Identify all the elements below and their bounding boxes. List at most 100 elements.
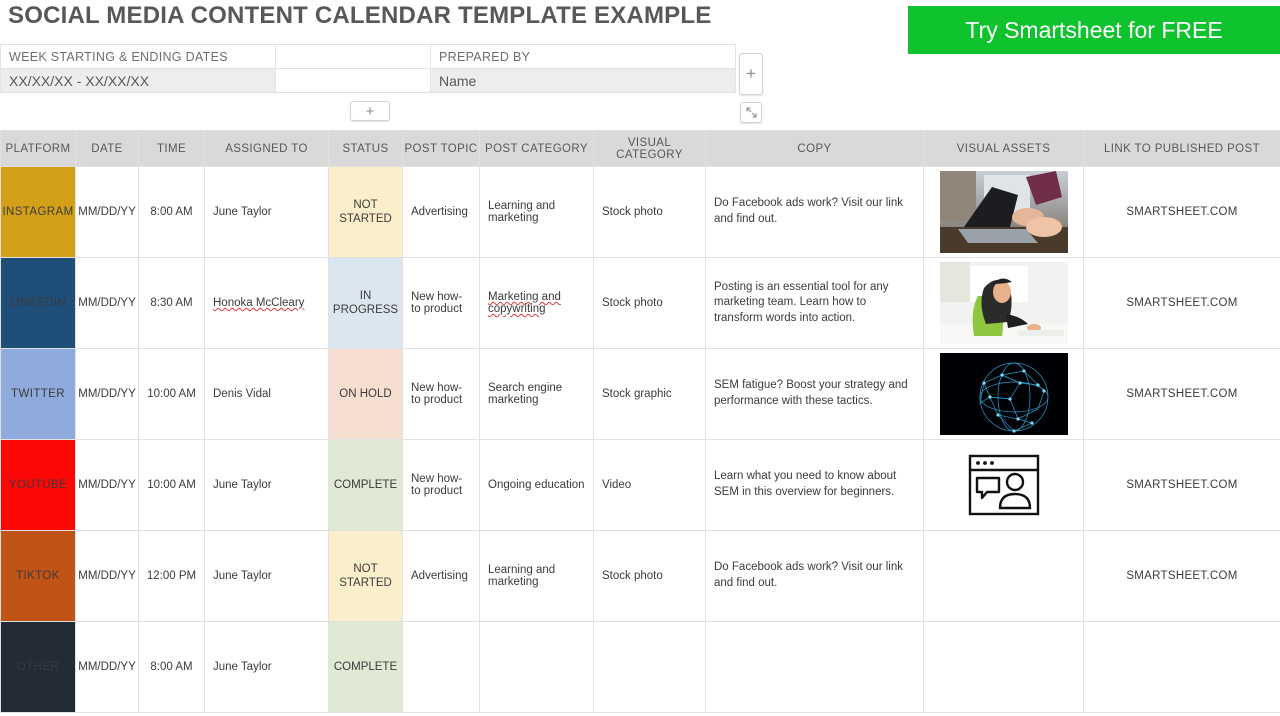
cell-post-topic[interactable]: New how-to product <box>402 439 480 531</box>
cell-date[interactable]: MM/DD/YY <box>75 257 139 349</box>
cell-link[interactable]: SMARTSHEET.COM <box>1083 348 1280 440</box>
cell-status[interactable]: COMPLETE <box>328 621 403 713</box>
cell-platform[interactable]: OTHER <box>0 621 76 713</box>
meta-blank-value-cell[interactable] <box>275 68 431 93</box>
cell-date[interactable]: MM/DD/YY <box>75 530 139 622</box>
cell-visual-category[interactable] <box>593 621 706 713</box>
cell-platform[interactable]: YOUTUBE <box>0 439 76 531</box>
cell-assigned-to[interactable]: Honoka McCleary <box>204 257 329 349</box>
cell-assigned-to[interactable]: June Taylor <box>204 530 329 622</box>
col-copy[interactable]: COPY <box>705 130 924 167</box>
published-post-link[interactable]: SMARTSHEET.COM <box>1126 297 1237 309</box>
col-assigned-to[interactable]: ASSIGNED TO <box>204 130 329 167</box>
prepared-by-label: PREPARED BY <box>430 44 736 69</box>
cell-platform[interactable]: TWITTER <box>0 348 76 440</box>
cell-visual-category[interactable]: Stock photo <box>593 166 706 258</box>
cell-copy[interactable] <box>705 621 924 713</box>
cell-time[interactable]: 8:00 AM <box>138 166 205 258</box>
cell-visual-assets[interactable] <box>923 621 1084 713</box>
meta-blank-label-cell[interactable] <box>275 44 431 69</box>
cell-date[interactable]: MM/DD/YY <box>75 166 139 258</box>
add-row-button[interactable]: + <box>350 101 390 121</box>
col-link[interactable]: LINK TO PUBLISHED POST <box>1083 130 1280 167</box>
col-time[interactable]: TIME <box>138 130 205 167</box>
cell-visual-assets[interactable] <box>923 530 1084 622</box>
expand-arrows-icon[interactable] <box>740 102 762 123</box>
page-title: SOCIAL MEDIA CONTENT CALENDAR TEMPLATE E… <box>8 2 712 29</box>
cell-status[interactable]: ON HOLD <box>328 348 403 440</box>
cell-link[interactable]: SMARTSHEET.COM <box>1083 166 1280 258</box>
cell-date[interactable]: MM/DD/YY <box>75 348 139 440</box>
cell-visual-category[interactable]: Stock photo <box>593 257 706 349</box>
cell-post-topic[interactable]: New how-to product <box>402 257 480 349</box>
col-visual-assets[interactable]: VISUAL ASSETS <box>923 130 1084 167</box>
cell-assigned-to[interactable]: June Taylor <box>204 621 329 713</box>
try-smartsheet-free-button[interactable]: Try Smartsheet for FREE <box>908 6 1280 54</box>
cell-status[interactable]: NOT STARTED <box>328 530 403 622</box>
visual-asset-thumbnail[interactable] <box>939 444 1068 526</box>
cell-visual-category[interactable]: Stock photo <box>593 530 706 622</box>
cell-visual-assets[interactable] <box>923 348 1084 440</box>
cell-post-topic[interactable] <box>402 621 480 713</box>
cell-date[interactable]: MM/DD/YY <box>75 621 139 713</box>
cell-visual-assets[interactable] <box>923 257 1084 349</box>
cell-post-topic[interactable]: Advertising <box>402 530 480 622</box>
visual-asset-thumbnail[interactable] <box>939 262 1068 344</box>
cell-link[interactable] <box>1083 621 1280 713</box>
cell-copy[interactable]: Posting is an essential tool for any mar… <box>705 257 924 349</box>
cell-platform[interactable]: TIKTOK <box>0 530 76 622</box>
published-post-link[interactable]: SMARTSHEET.COM <box>1126 388 1237 400</box>
cell-time[interactable]: 8:30 AM <box>138 257 205 349</box>
status-badge: COMPLETE <box>333 478 398 491</box>
week-dates-value[interactable]: XX/XX/XX - XX/XX/XX <box>0 68 276 93</box>
cell-visual-assets[interactable] <box>923 439 1084 531</box>
published-post-link[interactable]: SMARTSHEET.COM <box>1126 206 1237 218</box>
cell-post-category[interactable] <box>479 621 594 713</box>
cell-link[interactable]: SMARTSHEET.COM <box>1083 530 1280 622</box>
post-category-text: Ongoing education <box>488 479 585 491</box>
cell-time[interactable]: 10:00 AM <box>138 348 205 440</box>
published-post-link[interactable]: SMARTSHEET.COM <box>1126 570 1237 582</box>
published-post-link[interactable]: SMARTSHEET.COM <box>1126 479 1237 491</box>
cell-assigned-to[interactable]: June Taylor <box>204 439 329 531</box>
col-date[interactable]: DATE <box>75 130 139 167</box>
cell-status[interactable]: NOT STARTED <box>328 166 403 258</box>
visual-asset-thumbnail[interactable] <box>939 171 1068 253</box>
cell-platform[interactable]: LINKEDIN <box>0 257 76 349</box>
cell-link[interactable]: SMARTSHEET.COM <box>1083 439 1280 531</box>
col-post-category[interactable]: POST CATEGORY <box>479 130 594 167</box>
cell-copy[interactable]: SEM fatigue? Boost your strategy and per… <box>705 348 924 440</box>
cell-assigned-to[interactable]: Denis Vidal <box>204 348 329 440</box>
cell-visual-category[interactable]: Stock graphic <box>593 348 706 440</box>
cell-link[interactable]: SMARTSHEET.COM <box>1083 257 1280 349</box>
cell-copy[interactable]: Learn what you need to know about SEM in… <box>705 439 924 531</box>
cell-status[interactable]: COMPLETE <box>328 439 403 531</box>
page-root: SOCIAL MEDIA CONTENT CALENDAR TEMPLATE E… <box>0 0 1280 716</box>
cell-assigned-to[interactable]: June Taylor <box>204 166 329 258</box>
cell-date[interactable]: MM/DD/YY <box>75 439 139 531</box>
cell-status[interactable]: IN PROGRESS <box>328 257 403 349</box>
cell-time[interactable]: 10:00 AM <box>138 439 205 531</box>
col-visual-category[interactable]: VISUAL CATEGORY <box>593 130 706 167</box>
cell-visual-category[interactable]: Video <box>593 439 706 531</box>
cell-platform[interactable]: INSTAGRAM <box>0 166 76 258</box>
cell-post-topic[interactable]: Advertising <box>402 166 480 258</box>
cell-copy[interactable]: Do Facebook ads work? Visit our link and… <box>705 166 924 258</box>
cell-post-category[interactable]: Learning and marketing <box>479 166 594 258</box>
cell-post-category[interactable]: Search engine marketing <box>479 348 594 440</box>
prepared-by-value[interactable]: Name <box>430 68 736 93</box>
col-status[interactable]: STATUS <box>328 130 403 167</box>
cell-time[interactable]: 8:00 AM <box>138 621 205 713</box>
cell-time[interactable]: 12:00 PM <box>138 530 205 622</box>
cell-copy[interactable]: Do Facebook ads work? Visit our link and… <box>705 530 924 622</box>
cell-post-category[interactable]: Learning and marketing <box>479 530 594 622</box>
visual-asset-thumbnail[interactable] <box>939 353 1068 435</box>
content-calendar-grid: PLATFORM DATE TIME ASSIGNED TO STATUS PO… <box>0 130 1280 713</box>
cell-post-category[interactable]: Marketing and copywriting <box>479 257 594 349</box>
add-column-button[interactable]: + <box>739 53 763 95</box>
col-post-topic[interactable]: POST TOPIC <box>402 130 480 167</box>
cell-visual-assets[interactable] <box>923 166 1084 258</box>
cell-post-topic[interactable]: New how-to product <box>402 348 480 440</box>
cell-post-category[interactable]: Ongoing education <box>479 439 594 531</box>
col-platform[interactable]: PLATFORM <box>0 130 76 167</box>
